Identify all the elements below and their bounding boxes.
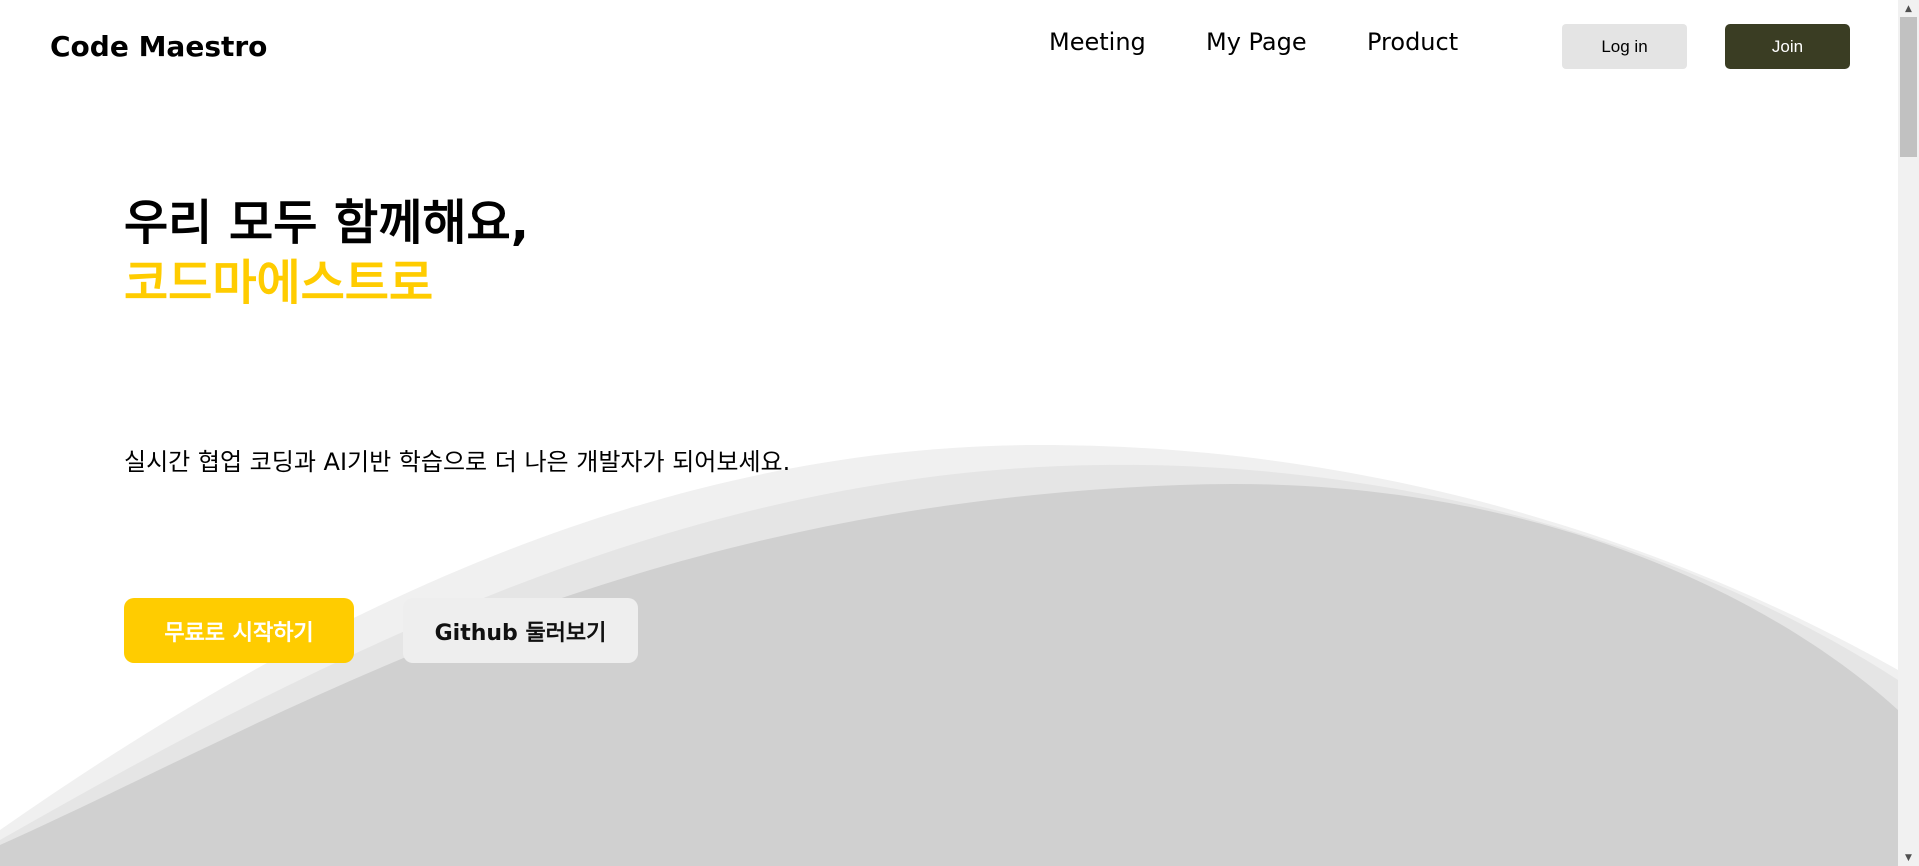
scrollbar-thumb[interactable] <box>1900 17 1917 157</box>
hero-title: 우리 모두 함께해요, <box>124 195 529 251</box>
hero-title-accent: 코드마에스트로 <box>124 255 434 311</box>
background-curve-mid <box>0 464 1898 866</box>
login-button[interactable]: Log in <box>1562 24 1687 69</box>
github-browse-button[interactable]: Github 둘러보기 <box>403 598 638 663</box>
site-header: Code Maestro Meeting My Page Product Log… <box>0 0 1898 94</box>
landing-page: Code Maestro Meeting My Page Product Log… <box>0 0 1919 866</box>
scroll-up-arrow-icon[interactable]: ▲ <box>1898 0 1919 17</box>
hero-subtitle: 실시간 협업 코딩과 AI기반 학습으로 더 나은 개발자가 되어보세요. <box>124 448 791 476</box>
nav-meeting-link[interactable]: Meeting <box>1049 28 1146 56</box>
vertical-scrollbar[interactable]: ▲ ▼ <box>1898 0 1919 866</box>
background-curves <box>0 445 1898 866</box>
site-logo[interactable]: Code Maestro <box>50 30 267 63</box>
scroll-down-arrow-icon[interactable]: ▼ <box>1898 849 1919 866</box>
start-free-button[interactable]: 무료로 시작하기 <box>124 598 354 663</box>
nav-product-link[interactable]: Product <box>1367 28 1458 56</box>
nav-my-page-link[interactable]: My Page <box>1206 28 1307 56</box>
background-curve-dark <box>0 483 1898 866</box>
join-button[interactable]: Join <box>1725 24 1850 69</box>
